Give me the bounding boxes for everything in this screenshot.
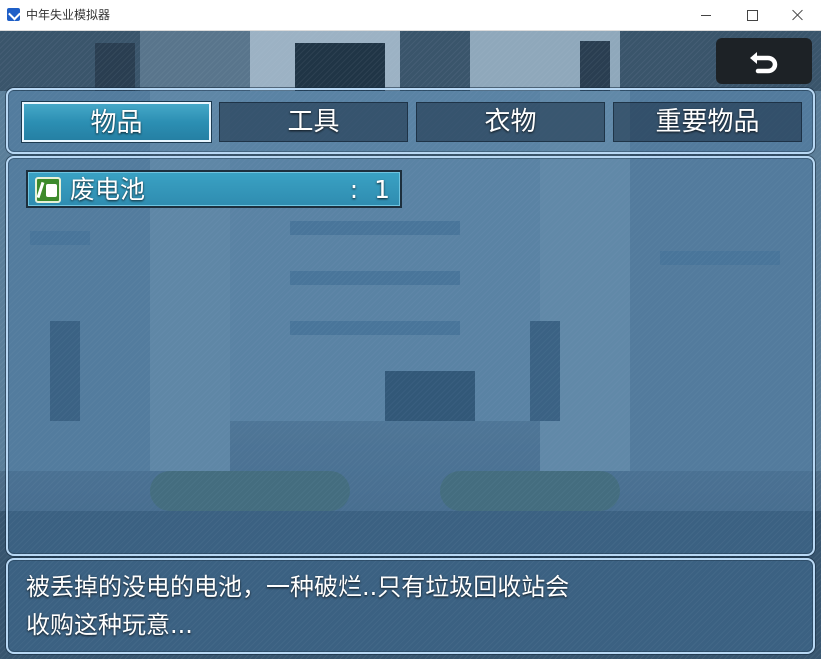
battery-icon — [35, 177, 61, 203]
tab-clothing[interactable]: 衣物 — [416, 102, 605, 142]
description-line-2: 收购这种玩意... — [26, 611, 193, 639]
window-title: 中年失业模拟器 — [26, 8, 111, 22]
item-quantity: : 1 — [349, 175, 390, 204]
maximize-button[interactable] — [729, 0, 775, 30]
app-icon — [7, 8, 20, 21]
item-description-panel: 被丢掉的没电的电池，一种破烂..只有垃圾回收站会 收购这种玩意... — [6, 558, 815, 654]
tab-key-items[interactable]: 重要物品 — [613, 102, 802, 142]
item-list-panel: 废电池 : 1 — [6, 156, 815, 556]
return-arrow-icon — [750, 52, 778, 74]
close-button[interactable] — [775, 0, 821, 30]
minimize-icon — [701, 14, 711, 16]
back-button[interactable] — [716, 38, 812, 84]
item-name: 废电池 — [70, 175, 146, 204]
tab-items[interactable]: 物品 — [22, 102, 211, 142]
title-bar: 中年失业模拟器 — [0, 0, 821, 31]
close-icon — [792, 9, 804, 21]
game-window: 中年失业模拟器 物品 工具 衣物 重要物品 废电池: 1 被丢掉的没电的电池，… — [0, 0, 821, 659]
tab-tools[interactable]: 工具 — [219, 102, 408, 142]
maximize-icon — [746, 9, 758, 21]
item-description: 被丢掉的没电的电池，一种破烂..只有垃圾回收站会 收购这种玩意... — [26, 568, 796, 644]
list-item[interactable]: 废电池 : 1 — [26, 170, 402, 208]
category-tabs-panel: 物品 工具 衣物 重要物品 — [6, 88, 815, 154]
description-line-1: 被丢掉的没电的电池，一种破烂..只有垃圾回收站会 — [26, 573, 570, 601]
minimize-button[interactable] — [683, 0, 729, 30]
